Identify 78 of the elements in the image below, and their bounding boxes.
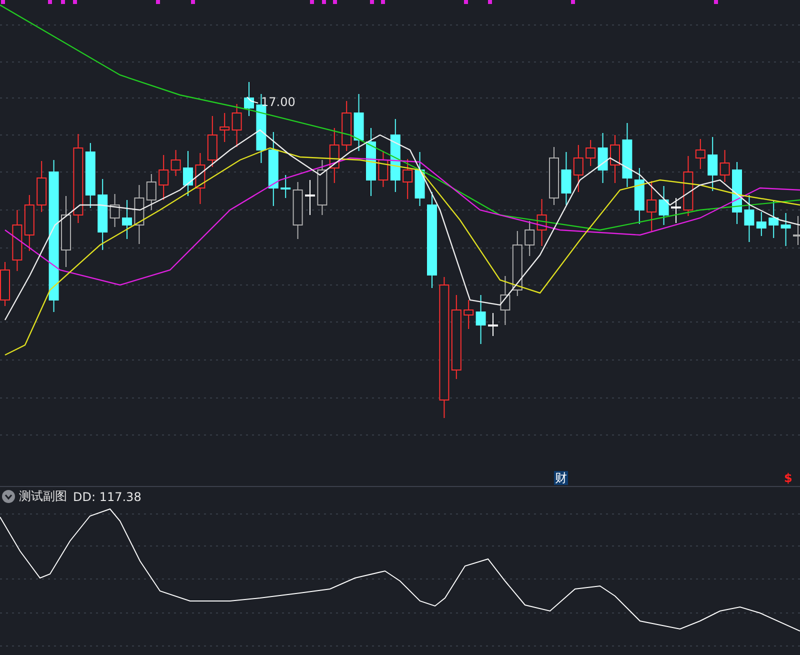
candlestick — [780, 212, 791, 246]
signal-marker — [191, 0, 195, 4]
signal-marker — [464, 0, 468, 4]
signal-marker — [333, 0, 337, 4]
candlestick — [695, 138, 706, 170]
candlestick — [329, 128, 340, 184]
candlestick — [561, 152, 572, 206]
candlestick — [414, 152, 425, 206]
signal-marker — [370, 0, 374, 4]
candlestick — [524, 220, 535, 256]
signal-marker — [571, 0, 575, 4]
candlestick — [708, 136, 718, 192]
candlestick — [634, 168, 644, 224]
candlestick — [500, 276, 510, 326]
candlestick — [683, 156, 694, 216]
candlestick — [549, 146, 559, 206]
candlestick — [342, 100, 352, 152]
candlestick — [402, 158, 413, 200]
candlestick — [512, 230, 522, 296]
candlestick — [292, 182, 303, 240]
signal-marker — [73, 0, 77, 4]
candlestick — [305, 180, 315, 216]
candlestick — [134, 184, 144, 244]
candlestick — [610, 134, 620, 184]
candlestick — [744, 194, 754, 242]
candlestick — [671, 198, 681, 224]
candlestick — [378, 150, 388, 188]
candlestick — [598, 132, 608, 184]
candlestick — [768, 200, 779, 238]
candlestick — [61, 196, 71, 268]
candlestick — [756, 212, 766, 236]
signal-marker — [310, 0, 314, 4]
candlestick — [573, 144, 584, 192]
candlestick — [586, 140, 596, 166]
candlestick — [110, 194, 120, 228]
candlestick — [85, 142, 96, 208]
signal-marker — [381, 0, 385, 4]
candlestick — [122, 200, 132, 240]
candlestick — [195, 152, 206, 204]
candlestick — [232, 104, 242, 148]
leader-line — [246, 96, 258, 104]
candlestick — [720, 150, 730, 182]
dividend-marker[interactable]: $ — [784, 471, 792, 485]
price-label: 17.00 — [261, 95, 296, 109]
candlestick — [280, 174, 291, 198]
sub-chart-title: 测试副图 — [19, 488, 67, 505]
candlestick — [183, 150, 193, 196]
candlestick — [646, 180, 657, 232]
candlestick — [476, 294, 486, 344]
candlestick — [464, 300, 474, 330]
candlestick — [207, 116, 218, 168]
signal-marker — [48, 0, 52, 4]
finance-marker[interactable]: 财 — [554, 471, 568, 485]
candlestick — [24, 194, 34, 252]
candlestick — [98, 178, 108, 250]
signal-marker — [61, 0, 65, 4]
candlestick — [354, 94, 364, 152]
indicator-value: DD: 117.38 — [73, 490, 142, 504]
candlestick — [158, 154, 169, 200]
candlestick — [220, 112, 230, 142]
candlestick — [488, 312, 498, 336]
signal-marker — [322, 0, 326, 4]
signal-marker — [714, 0, 718, 4]
candlestick — [366, 128, 376, 196]
collapse-toggle-icon[interactable] — [2, 490, 15, 503]
candlestick — [36, 160, 47, 212]
signal-marker — [156, 0, 160, 4]
signal-marker — [1, 0, 5, 4]
candlestick — [170, 150, 181, 176]
candlestick — [146, 174, 156, 210]
candlestick — [622, 122, 632, 188]
candlestick — [317, 160, 328, 216]
signal-marker — [488, 0, 492, 4]
candlestick — [244, 82, 254, 116]
candlestick — [732, 162, 742, 224]
candlestick — [658, 186, 669, 226]
candlestick — [536, 198, 547, 246]
candlestick — [12, 210, 22, 272]
